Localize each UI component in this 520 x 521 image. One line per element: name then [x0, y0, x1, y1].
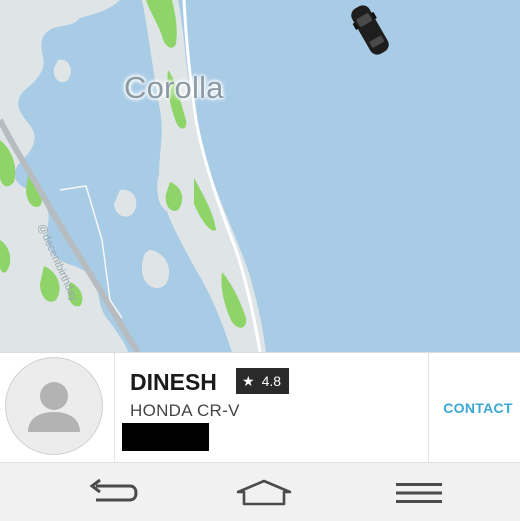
driver-card: DINESH ★ 4.8 HONDA CR-V CONTACT	[0, 352, 520, 464]
contact-button[interactable]: CONTACT	[437, 400, 513, 416]
map-place-label: Corolla	[124, 70, 224, 105]
person-icon	[28, 382, 80, 432]
home-icon	[236, 479, 292, 506]
star-icon: ★	[242, 372, 255, 389]
contact-container: CONTACT	[428, 353, 520, 463]
map-view[interactable]: Corolla @decentbirthday	[0, 0, 520, 352]
home-button[interactable]	[229, 477, 299, 509]
avatar[interactable]	[5, 357, 103, 455]
vehicle-model: HONDA CR-V	[130, 401, 240, 420]
menu-button[interactable]	[384, 477, 454, 509]
avatar-container	[0, 353, 115, 463]
rating-badge: ★ 4.8	[236, 368, 290, 394]
system-nav-bar	[0, 462, 520, 521]
back-button[interactable]	[75, 477, 145, 509]
license-plate-redacted	[122, 423, 209, 451]
back-icon	[89, 478, 138, 502]
driver-name: DINESH	[130, 369, 217, 395]
menu-icon	[396, 483, 442, 503]
rating-value: 4.8	[261, 373, 282, 389]
map-canvas[interactable]	[0, 0, 520, 352]
